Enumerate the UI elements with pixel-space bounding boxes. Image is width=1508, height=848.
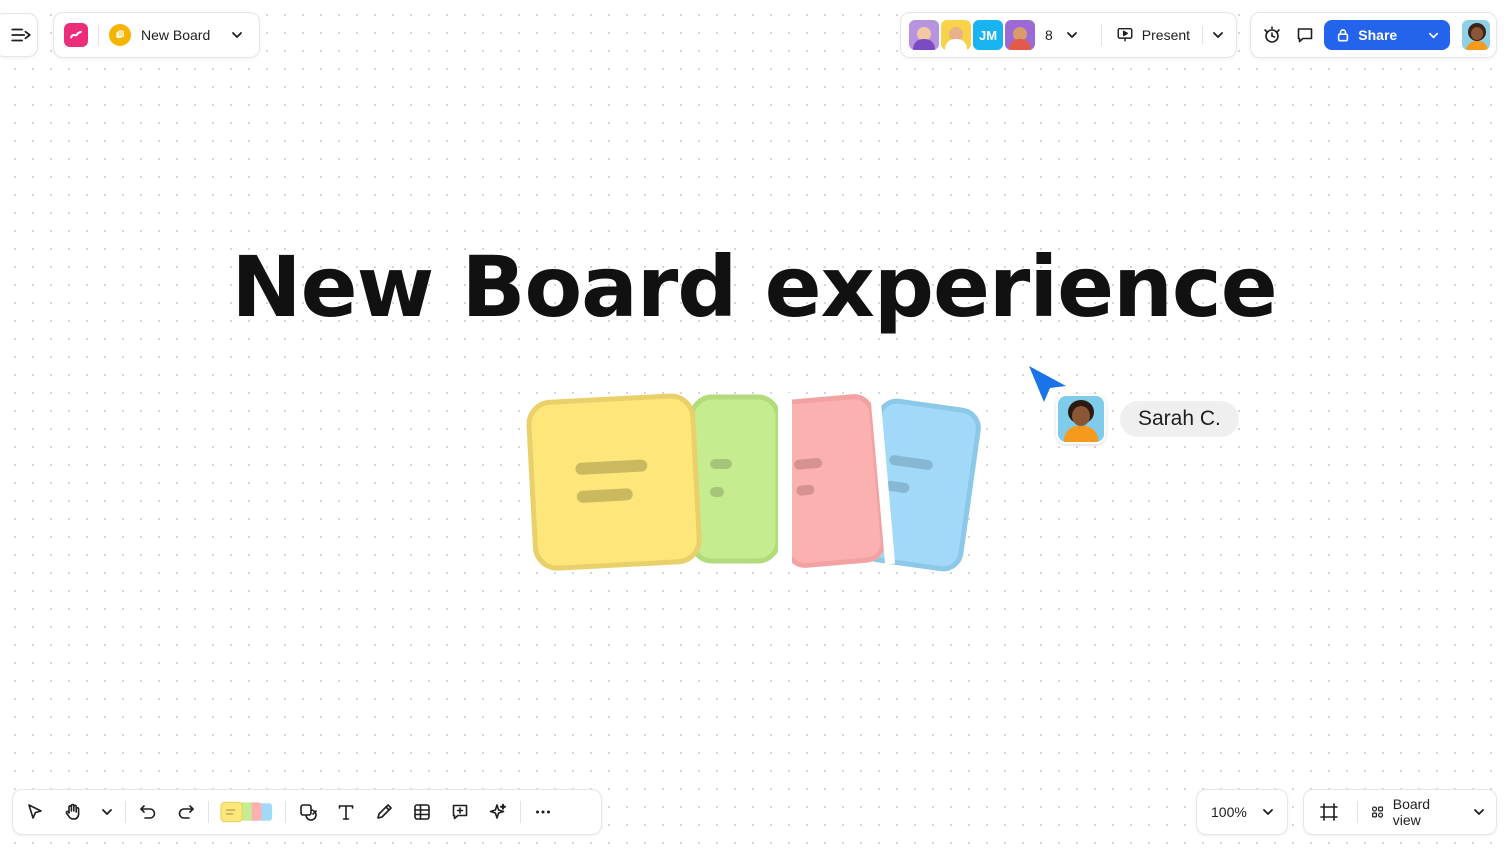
- divider: [1100, 24, 1102, 46]
- divider: [98, 25, 99, 45]
- present-options-chevron-icon[interactable]: [1211, 28, 1225, 42]
- comments-button[interactable]: [1291, 19, 1321, 51]
- chevron-down-icon[interactable]: [1472, 805, 1486, 819]
- chevron-down-icon[interactable]: [95, 805, 119, 819]
- zoom-control[interactable]: 100%: [1196, 789, 1288, 835]
- divider: [1356, 801, 1358, 823]
- avatar[interactable]: [1005, 20, 1035, 50]
- present-label: Present: [1141, 27, 1191, 43]
- share-label: Share: [1358, 27, 1398, 43]
- pen-icon: [377, 804, 392, 819]
- comment-tool[interactable]: [444, 796, 476, 828]
- yellow-sticky-note[interactable]: [526, 393, 702, 571]
- undo-button[interactable]: [132, 796, 164, 828]
- current-user-avatar[interactable]: [1462, 20, 1490, 50]
- zoom-level[interactable]: 100%: [1211, 804, 1247, 820]
- ai-tool[interactable]: [482, 796, 514, 828]
- chevron-down-icon[interactable]: [1065, 28, 1079, 42]
- view-controls: Board view: [1303, 789, 1497, 835]
- frame-icon: [1320, 803, 1339, 821]
- divider: [520, 801, 521, 823]
- avatar[interactable]: JM: [973, 20, 1003, 50]
- creation-toolbar: [12, 789, 602, 835]
- reactions-button[interactable]: [1257, 19, 1287, 51]
- remote-user-avatar: [1056, 394, 1106, 444]
- collaborator-avatars[interactable]: JM: [909, 20, 1035, 50]
- hand-tool[interactable]: [57, 796, 89, 828]
- pen-tool[interactable]: [368, 796, 400, 828]
- frames-button[interactable]: [1314, 796, 1345, 828]
- board-icon: [109, 24, 131, 46]
- present-button[interactable]: Present: [1116, 26, 1190, 44]
- comment-icon: [1298, 28, 1313, 43]
- board-view-button[interactable]: Board view: [1370, 796, 1486, 828]
- more-tools-button[interactable]: [527, 796, 559, 828]
- divider: [208, 801, 209, 823]
- add-comment-icon: [452, 804, 468, 820]
- green-sticky-note[interactable]: [689, 393, 792, 568]
- table-icon: [414, 804, 430, 820]
- hand-icon: [65, 803, 80, 820]
- user-actions-bar: Share: [1250, 12, 1497, 58]
- collaborator-count[interactable]: 8: [1045, 27, 1053, 43]
- red-sticky-note[interactable]: [773, 394, 896, 573]
- board-title[interactable]: New Board: [141, 27, 210, 43]
- avatar[interactable]: [941, 20, 971, 50]
- menu-expand-icon: [11, 28, 31, 42]
- divider: [125, 801, 126, 823]
- redo-button[interactable]: [170, 796, 202, 828]
- undo-icon: [140, 805, 156, 819]
- text-tool[interactable]: [330, 796, 362, 828]
- chevron-down-icon[interactable]: [1427, 29, 1440, 42]
- chevron-down-icon[interactable]: [1261, 805, 1275, 819]
- divider: [1202, 26, 1204, 44]
- lock-icon: [1338, 29, 1349, 42]
- sticky-note-tool[interactable]: [215, 796, 279, 828]
- board-header: New Board: [53, 12, 260, 58]
- celebrate-icon: [1264, 26, 1280, 43]
- share-button[interactable]: Share: [1324, 20, 1451, 50]
- canvas-title[interactable]: New Board experience: [0, 238, 1508, 336]
- sparkle-icon: [489, 803, 507, 819]
- cursor-arrow-icon: [28, 804, 42, 819]
- app-logo-icon[interactable]: [64, 23, 88, 47]
- sidebar-toggle-button[interactable]: [0, 13, 38, 57]
- more-horizontal-icon: [536, 810, 550, 814]
- sticky-notes-icon: [220, 801, 273, 823]
- collaboration-bar: JM 8 Present: [900, 12, 1237, 58]
- table-tool[interactable]: [406, 796, 438, 828]
- remote-user-name: Sarah C.: [1120, 401, 1239, 437]
- text-icon: [338, 805, 354, 820]
- present-icon: [1117, 27, 1133, 42]
- redo-icon: [178, 805, 194, 819]
- select-tool[interactable]: [19, 796, 51, 828]
- shapes-tool[interactable]: [292, 796, 324, 828]
- board-view-icon: [1371, 806, 1383, 818]
- chevron-down-icon[interactable]: [230, 28, 244, 42]
- board-view-label: Board view: [1392, 796, 1431, 828]
- sticky-notes-illustration[interactable]: [520, 385, 990, 580]
- avatar[interactable]: [909, 20, 939, 50]
- divider: [285, 801, 286, 823]
- shapes-icon: [300, 804, 317, 821]
